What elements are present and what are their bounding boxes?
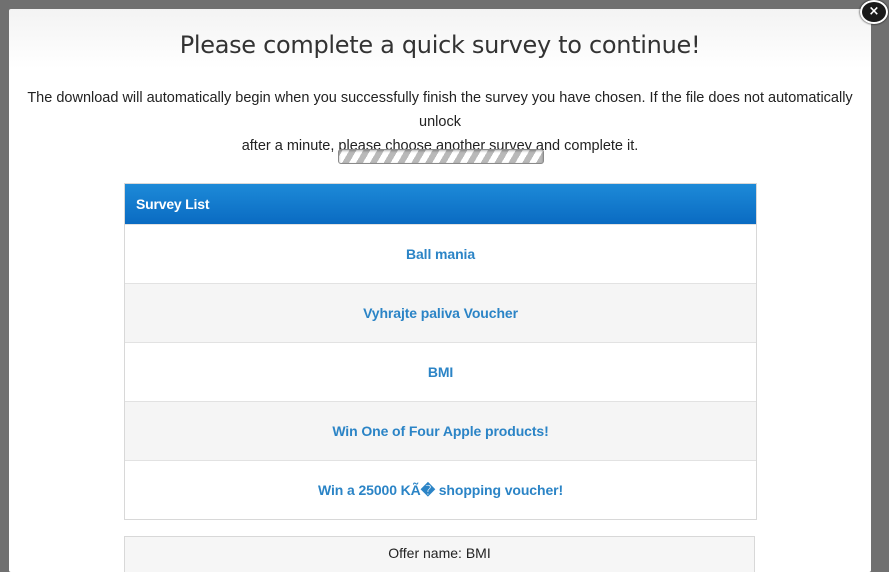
description-line-1: The download will automatically begin wh…: [27, 90, 853, 130]
survey-modal: Please complete a quick survey to contin…: [9, 9, 871, 572]
survey-item-shopping-voucher[interactable]: Win a 25000 KÃ� shopping voucher!: [125, 460, 756, 519]
loading-progress-bar: [338, 149, 544, 164]
close-icon[interactable]: ×: [860, 0, 888, 24]
offer-info-box: Offer name: BMI: [124, 536, 755, 572]
offer-name-label: Offer name: BMI: [388, 545, 491, 561]
survey-list-header: Survey List: [125, 184, 756, 224]
survey-item-bmi[interactable]: BMI: [125, 342, 756, 401]
survey-item-ball-mania[interactable]: Ball mania: [125, 224, 756, 283]
modal-description: The download will automatically begin wh…: [9, 86, 871, 158]
survey-list-panel: Survey List Ball mania Vyhrajte paliva V…: [124, 183, 757, 520]
survey-item-apple-products[interactable]: Win One of Four Apple products!: [125, 401, 756, 460]
modal-title: Please complete a quick survey to contin…: [179, 31, 701, 59]
survey-item-fuel-voucher[interactable]: Vyhrajte paliva Voucher: [125, 283, 756, 342]
